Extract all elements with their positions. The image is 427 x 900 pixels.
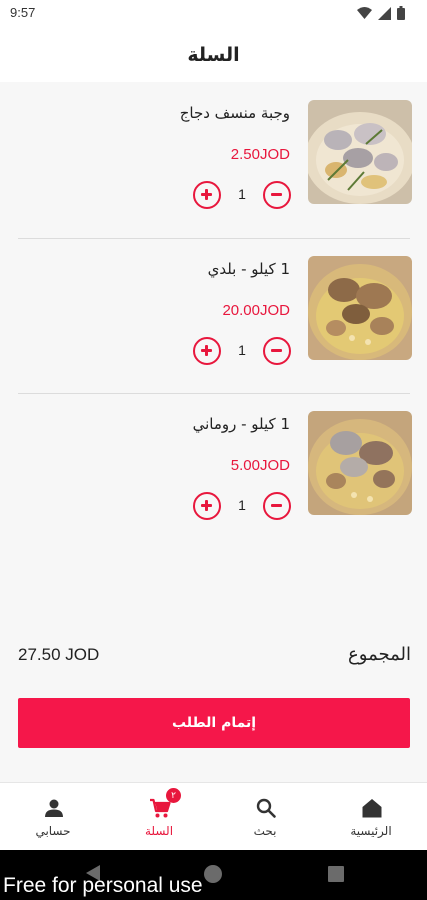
nav-label: السلة xyxy=(144,824,174,838)
item-name: 1 كيلو - روماني xyxy=(192,415,290,433)
person-icon xyxy=(45,799,63,817)
meal-image xyxy=(308,411,412,515)
status-bar: 9:57 xyxy=(0,0,427,28)
minus-icon[interactable] xyxy=(263,492,291,520)
nav-label: حسابي xyxy=(35,824,71,838)
meal-image xyxy=(308,256,412,360)
recents-icon[interactable] xyxy=(328,866,344,882)
quantity-value: 1 xyxy=(238,342,246,358)
app-header: السلة xyxy=(0,28,427,82)
item-price: 2.50JOD xyxy=(230,146,290,163)
cart-item: وجبة منسف دجاج 2.50JOD 1 xyxy=(0,82,427,237)
signal-icon xyxy=(378,6,391,20)
item-name: وجبة منسف دجاج xyxy=(179,104,290,122)
cart-item: 1 كيلو - بلدي 20.00JOD 1 xyxy=(0,238,427,393)
total-value: 27.50 JOD xyxy=(18,645,100,664)
nav-item-account[interactable]: حسابي xyxy=(0,783,106,851)
nav-item-search[interactable]: بحث xyxy=(212,783,318,851)
status-time: 9:57 xyxy=(10,5,36,20)
nav-label: بحث xyxy=(253,824,277,838)
home-icon xyxy=(362,799,382,818)
page-title: السلة xyxy=(187,44,240,66)
plus-icon[interactable] xyxy=(193,492,221,520)
cart-item: 1 كيلو - روماني 5.00JOD 1 xyxy=(0,393,427,548)
cart-list: وجبة منسف دجاج 2.50JOD 1 1 كيلو - بلدي 2… xyxy=(0,82,427,782)
nav-label: الرئيسية xyxy=(350,824,392,838)
item-price: 20.00JOD xyxy=(222,302,290,319)
plus-icon[interactable] xyxy=(193,181,221,209)
watermark: Free for personal use xyxy=(3,874,203,897)
battery-icon xyxy=(397,6,405,20)
cart-badge: ٢ xyxy=(166,788,181,803)
checkout-button[interactable]: إتمام الطلب xyxy=(18,698,410,748)
home-button-icon[interactable] xyxy=(203,864,223,884)
search-icon xyxy=(256,798,276,818)
plus-icon[interactable] xyxy=(193,337,221,365)
quantity-value: 1 xyxy=(238,186,246,202)
bottom-nav: حسابي ٢ السلة بحث الرئيسية xyxy=(0,782,427,850)
quantity-stepper: 1 xyxy=(193,181,291,211)
item-price: 5.00JOD xyxy=(230,457,290,474)
nav-item-home[interactable]: الرئيسية xyxy=(318,783,424,851)
wifi-icon xyxy=(357,6,372,19)
nav-item-cart[interactable]: ٢ السلة xyxy=(106,783,212,851)
quantity-value: 1 xyxy=(238,497,246,513)
minus-icon[interactable] xyxy=(263,337,291,365)
quantity-stepper: 1 xyxy=(193,492,291,522)
total-label: المجموع xyxy=(348,644,411,665)
minus-icon[interactable] xyxy=(263,181,291,209)
meal-image xyxy=(308,100,412,204)
quantity-stepper: 1 xyxy=(193,337,291,367)
item-name: 1 كيلو - بلدي xyxy=(207,260,290,278)
status-icons xyxy=(357,6,405,20)
